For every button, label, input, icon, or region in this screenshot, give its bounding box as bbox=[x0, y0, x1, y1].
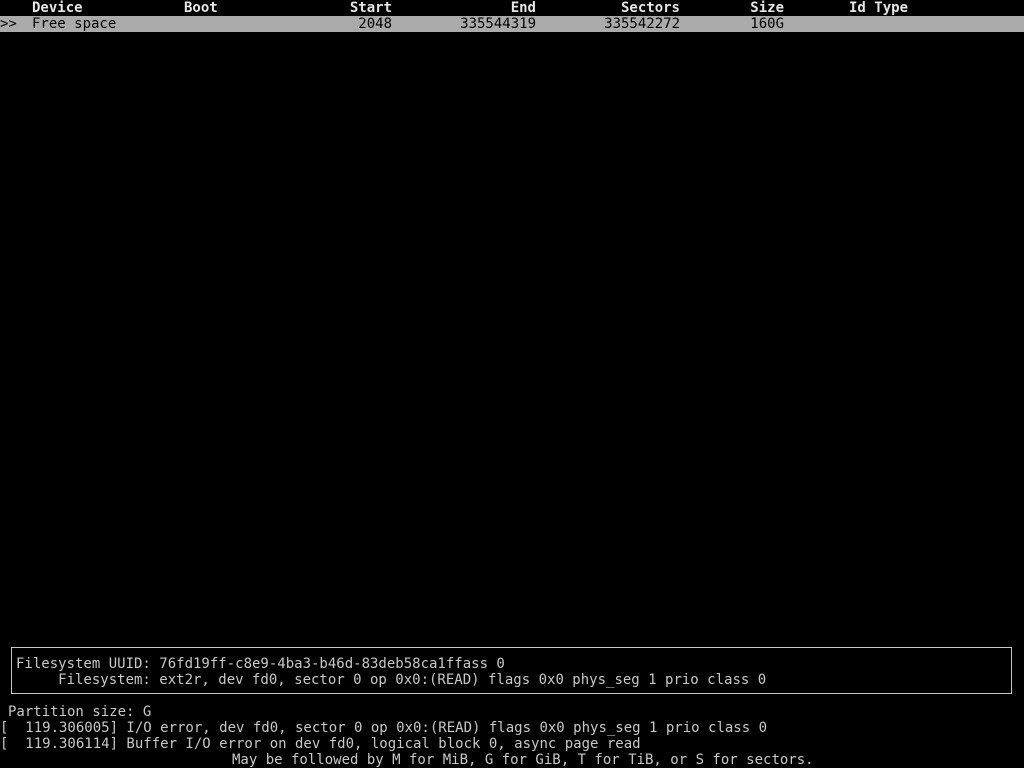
column-header-device: Device bbox=[32, 0, 83, 16]
table-row-selected[interactable]: >> Free space 2048 335544319 335542272 1… bbox=[0, 16, 1024, 32]
kernel-message: [ 119.306005] I/O error, dev fd0, sector… bbox=[0, 720, 768, 736]
cell-sectors: 335542272 bbox=[604, 16, 680, 32]
column-header-id-type: Id Type bbox=[849, 0, 909, 16]
kernel-message: [ 119.306114] Buffer I/O error on dev fd… bbox=[0, 736, 641, 752]
cell-size: 160G bbox=[750, 16, 784, 32]
partition-info-box: Filesystem UUID: 76fd19ff-c8e9-4ba3-b46d… bbox=[11, 647, 1012, 694]
partition-size-input[interactable]: Partition size: G bbox=[8, 704, 151, 720]
column-header-boot: Boot bbox=[184, 0, 218, 16]
help-text: May be followed by M for MiB, G for GiB,… bbox=[232, 752, 814, 768]
column-header-size: Size bbox=[750, 0, 784, 16]
row-cursor: >> bbox=[0, 16, 17, 32]
cell-device: Free space bbox=[32, 16, 117, 32]
column-header-end: End bbox=[510, 0, 536, 16]
column-header-sectors: Sectors bbox=[620, 0, 680, 16]
cell-start: 2048 bbox=[358, 16, 392, 32]
info-line-filesystem: Filesystem: ext2r, dev fd0, sector 0 op … bbox=[16, 672, 767, 688]
info-line-uuid: Filesystem UUID: 76fd19ff-c8e9-4ba3-b46d… bbox=[16, 656, 505, 672]
column-header-start: Start bbox=[349, 0, 392, 16]
cell-end: 335544319 bbox=[460, 16, 536, 32]
